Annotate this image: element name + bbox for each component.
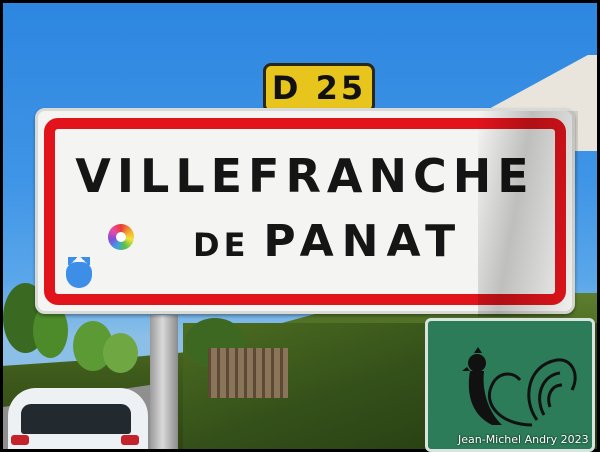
photo-frame: D 25 VILLEFRANCHE DE PANAT Jean-Michel An… — [0, 0, 600, 452]
town-name-line2: DE PANAT — [193, 216, 463, 267]
fence — [208, 348, 288, 398]
rooster-icon — [462, 347, 577, 427]
car-taillight — [121, 435, 139, 445]
town-name-prefix: DE — [193, 226, 250, 264]
town-entry-sign: VILLEFRANCHE DE PANAT — [35, 108, 578, 317]
car-taillight — [11, 435, 29, 445]
town-name-line1: VILLEFRANCHE — [75, 149, 535, 203]
tree — [103, 333, 138, 373]
town-name-suffix: PANAT — [263, 216, 464, 267]
cat-sticker-icon — [66, 257, 92, 288]
route-number-plate: D 25 — [263, 63, 375, 113]
flower-sticker-center — [116, 232, 126, 242]
car-rear-window — [21, 404, 131, 434]
route-number: D 25 — [271, 69, 367, 107]
sign-red-border — [44, 118, 566, 305]
photo-credit: Jean-Michel Andry 2023 — [458, 433, 589, 446]
sign-post — [150, 315, 178, 449]
